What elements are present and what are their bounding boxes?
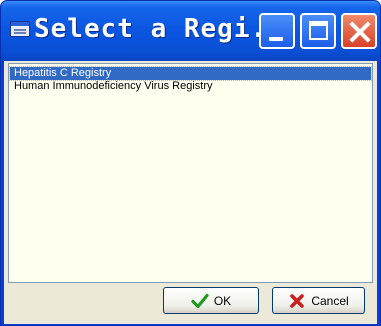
list-item-hiv[interactable]: Human Immunodeficiency Virus Registry <box>10 80 371 93</box>
minimize-button[interactable] <box>259 13 295 49</box>
x-icon <box>290 293 305 308</box>
check-icon <box>191 293 209 308</box>
title-bar[interactable]: Select a Regi... <box>1 1 380 61</box>
registry-listbox[interactable]: Hepatitis C Registry Human Immunodeficie… <box>8 63 373 283</box>
cancel-button-label: Cancel <box>311 293 349 308</box>
ok-button[interactable]: OK <box>163 287 259 314</box>
close-button[interactable] <box>341 13 377 49</box>
maximize-icon <box>309 21 328 40</box>
registry-dialog: Select a Regi... Hepatitis C Registry Hu… <box>0 0 381 326</box>
registry-app-icon[interactable] <box>10 21 30 37</box>
minimize-icon <box>269 37 283 41</box>
list-item-hepatitis-c[interactable]: Hepatitis C Registry <box>9 66 372 81</box>
dialog-body: Hepatitis C Registry Human Immunodeficie… <box>4 61 377 324</box>
ok-button-label: OK <box>213 293 232 308</box>
close-icon <box>343 15 375 47</box>
maximize-button[interactable] <box>300 13 336 49</box>
cancel-button[interactable]: Cancel <box>272 287 365 314</box>
